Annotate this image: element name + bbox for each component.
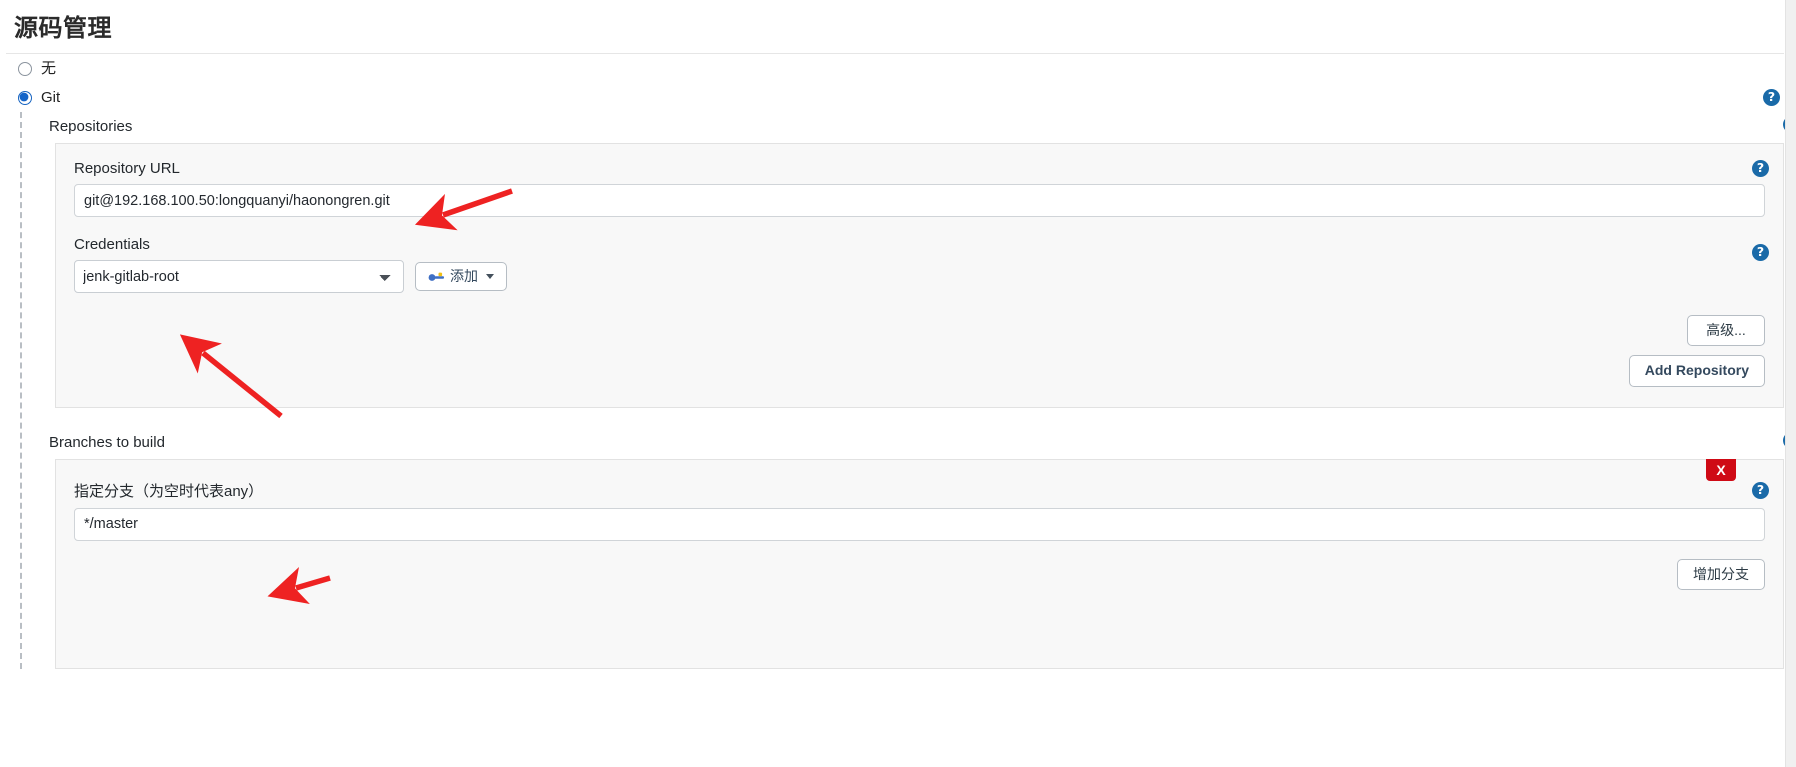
chevron-down-icon (486, 273, 494, 279)
source-code-management-page: 源码管理 无 Git ? Repositories ? Repository U… (0, 0, 1796, 767)
help-icon-branch-specifier[interactable]: ? (1752, 481, 1769, 499)
help-icon-git[interactable]: ? (1763, 89, 1780, 106)
credentials-row: jenk-gitlab-root 添加 (74, 260, 1765, 293)
credentials-select[interactable]: jenk-gitlab-root (74, 260, 404, 293)
scm-option-git-label: Git (41, 89, 61, 106)
repository-panel: Repository URL ? Credentials ? jenk-gitl… (55, 143, 1784, 408)
branch-specifier-label: 指定分支（为空时代表any） (74, 482, 264, 500)
scm-option-git[interactable]: Git ? (0, 83, 1796, 112)
repository-url-label: Repository URL (74, 160, 180, 177)
branch-actions: 增加分支 (74, 558, 1765, 591)
scrollbar-gutter[interactable] (1785, 0, 1796, 767)
add-repository-button[interactable]: Add Repository (1628, 355, 1765, 387)
git-config-region: Repositories ? Repository URL ? Credenti… (20, 112, 1796, 669)
help-icon-repository-url[interactable]: ? (1752, 160, 1769, 177)
repositories-label-text: Repositories (49, 118, 133, 135)
page-title: 源码管理 (14, 15, 112, 42)
repository-url-input[interactable] (74, 184, 1765, 217)
radio-git[interactable] (18, 90, 32, 105)
key-icon (428, 270, 445, 283)
radio-none[interactable] (18, 61, 32, 76)
scm-option-none[interactable]: 无 (0, 54, 1796, 83)
branch-specifier-input[interactable] (74, 507, 1765, 541)
branches-panel: X 指定分支（为空时代表any） ? 增加分支 (55, 458, 1784, 669)
branches-label-text: Branches to build (49, 433, 165, 451)
branches-section-label: Branches to build ? (35, 428, 1796, 455)
repositories-section-label: Repositories ? (35, 112, 1796, 139)
advanced-button[interactable]: 高级... (1687, 315, 1765, 347)
repository-actions: 高级... Add Repository (74, 315, 1765, 387)
help-icon-credentials[interactable]: ? (1752, 244, 1769, 261)
scm-option-none-label: 无 (41, 60, 57, 77)
add-branch-button[interactable]: 增加分支 (1677, 558, 1765, 591)
credentials-label: Credentials (74, 236, 150, 253)
add-credentials-label: 添加 (450, 267, 478, 284)
add-credentials-button[interactable]: 添加 (415, 261, 507, 292)
